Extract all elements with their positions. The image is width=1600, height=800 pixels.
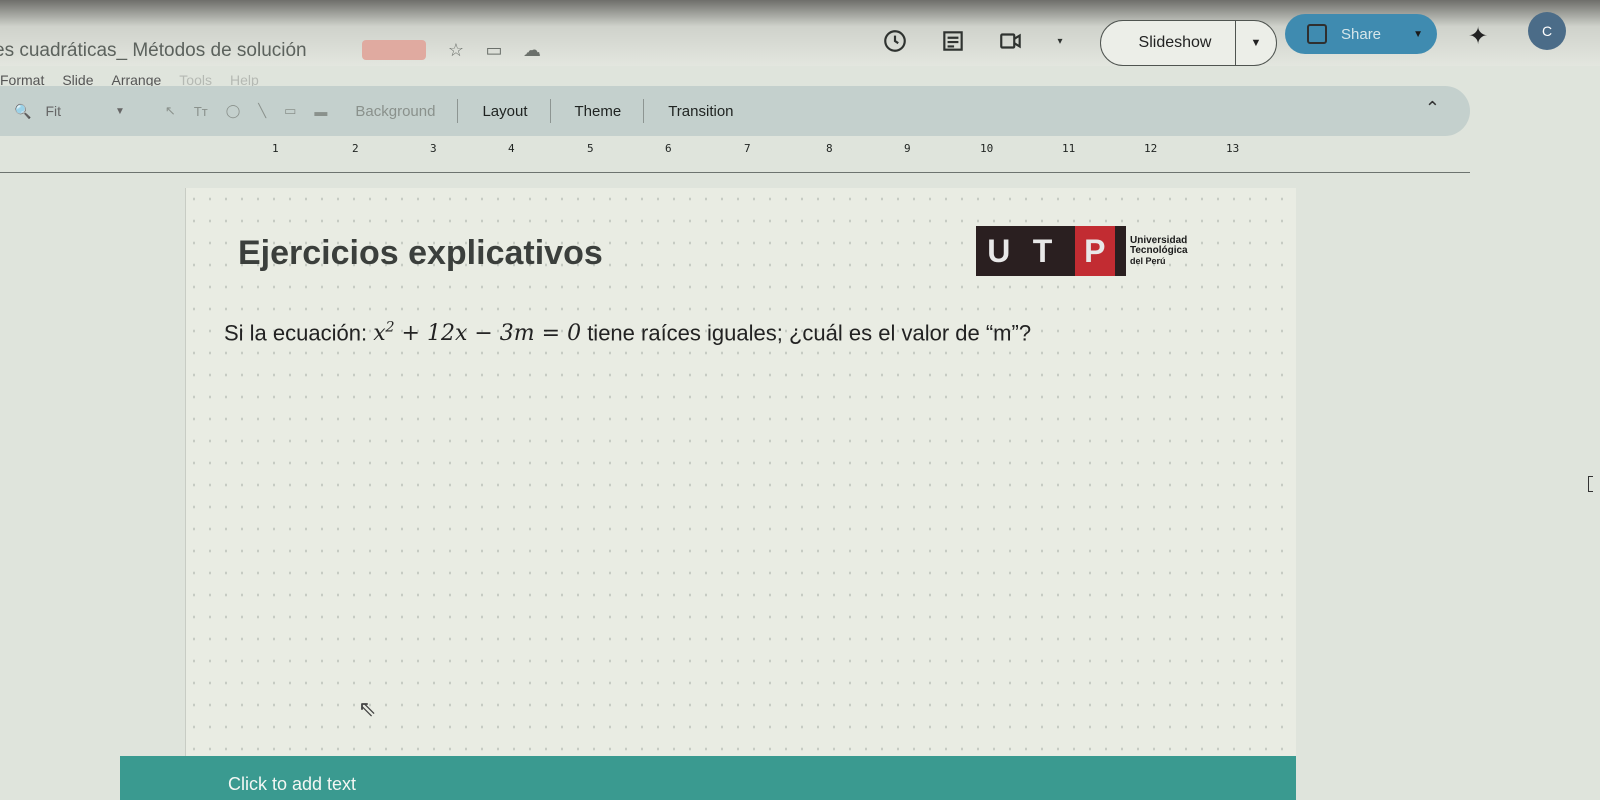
title-highlight [362,40,426,60]
theme-button[interactable]: Theme [571,103,626,120]
logo-letter: U [987,232,1011,269]
grid-dots [186,188,1296,800]
avatar[interactable]: C [1528,12,1566,50]
mouse-cursor-icon: ⇖ [358,696,377,721]
select-icon[interactable]: ↖ [165,103,176,119]
share-button[interactable]: Share ▼ [1285,14,1437,54]
zoom-label: Fit [45,103,61,119]
toolbar-divider [549,99,551,123]
utp-logo[interactable]: U T P Universidad Tecnológica del Perú [976,226,1188,276]
side-panel-handle[interactable] [1588,476,1593,492]
logo-text: Universidad Tecnológica del Perú [1130,236,1188,267]
background-button[interactable]: Background [351,103,439,120]
chevron-down-icon[interactable]: ▾ [1054,26,1066,56]
shape-icon[interactable]: ◯ [226,103,241,119]
ruler-number: 13 [1226,142,1240,155]
zoom-icon: 🔍 [14,102,32,119]
slide-canvas[interactable]: Ejercicios explicativos U T P Universida… [185,188,1296,800]
camera-icon[interactable] [996,26,1026,56]
logo-text-line: Tecnológica [1130,245,1188,256]
ruler-number: 6 [665,142,672,155]
logo-letter: P [1074,226,1115,276]
comments-icon[interactable] [938,26,968,56]
history-icon[interactable] [880,26,910,56]
logo-letter: T [1032,232,1053,269]
ruler-number: 9 [904,142,911,155]
line-icon[interactable]: ╲ [258,103,266,119]
slide-title[interactable]: Ejercicios explicativos [238,234,603,273]
toolbar-divider [643,99,645,123]
star-icon[interactable]: ☆ [444,38,468,62]
slideshow-button[interactable]: Slideshow ▼ [1100,20,1277,66]
ruler-number: 3 [430,142,437,155]
ruler-number: 5 [587,142,594,155]
question-suffix: tiene raíces iguales; ¿cuál es el valor … [581,320,1032,346]
equation-rest: + 12x − 3m = 0 [394,321,582,347]
ruler-number: 12 [1144,142,1158,155]
ruler-number: 4 [508,142,515,155]
ruler-number: 7 [744,142,751,155]
question-text[interactable]: Si la ecuación: x2 + 12x − 3m = 0 tiene … [224,320,1031,346]
ruler-line [0,172,1470,173]
more-icon[interactable]: ▬ [314,104,327,119]
chevron-down-icon: ▼ [115,105,125,117]
horizontal-ruler[interactable]: 1 2 3 4 5 6 7 8 9 10 11 12 13 [0,138,1470,178]
chevron-down-icon[interactable]: ▼ [1236,37,1276,49]
title-icons: ☆ ▭ ☁ [444,38,544,62]
comment-add-icon[interactable]: ▭ [284,103,296,119]
equation-exponent: 2 [385,320,395,336]
document-title[interactable]: es cuadráticas_ Métodos de solución [0,40,307,62]
toolbar: 🔍 Fit ▼ ↖ Tт ◯ ╲ ▭ ▬ Background Layout T… [0,86,1470,136]
top-tools: ▾ [880,26,1066,56]
ruler-number: 11 [1062,142,1076,155]
gemini-sparkle-icon[interactable]: ✦ [1468,22,1488,51]
share-label: Share [1341,25,1382,43]
slideshow-label: Slideshow [1138,34,1212,51]
ruler-number: 10 [980,142,994,155]
transition-button[interactable]: Transition [664,103,737,120]
lock-icon [1307,24,1327,44]
question-prefix: Si la ecuación: [224,320,374,346]
speaker-notes-placeholder[interactable]: Click to add text [228,774,356,795]
text-box-icon[interactable]: Tт [194,104,208,119]
ruler-number: 2 [352,142,359,155]
move-folder-icon[interactable]: ▭ [482,38,506,62]
equation: x2 + 12x − 3m = 0 [373,320,582,347]
toolbar-divider [457,99,459,123]
zoom-control[interactable]: 🔍 Fit ▼ [14,103,125,120]
equation-base: x [373,321,386,347]
ruler-number: 8 [826,142,833,155]
logo-text-line: del Perú [1130,256,1166,266]
ruler-number: 1 [272,142,279,155]
chevron-down-icon[interactable]: ▼ [1413,29,1423,40]
layout-button[interactable]: Layout [478,103,531,120]
chevron-up-icon[interactable]: ⌃ [1425,98,1440,119]
cloud-icon[interactable]: ☁ [520,38,544,62]
logo-letters: U T P [976,226,1126,276]
